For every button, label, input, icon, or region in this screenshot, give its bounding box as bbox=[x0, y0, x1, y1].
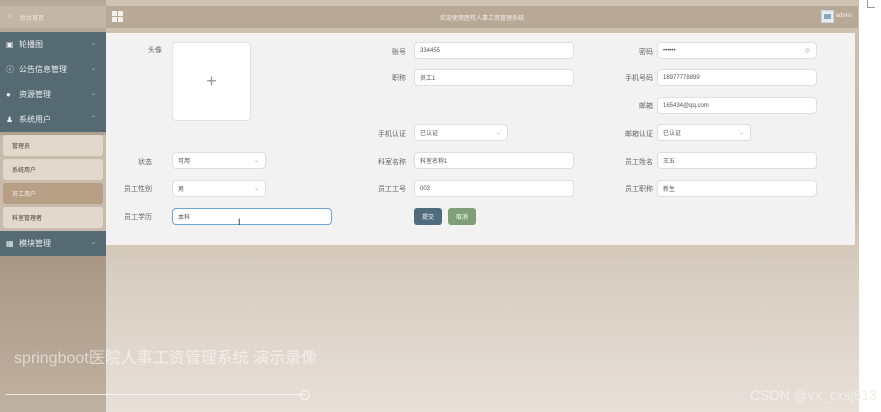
location-icon: ● bbox=[6, 90, 11, 99]
sidebar-item-system-users[interactable]: ♟ 系统用户 ⌃ bbox=[0, 107, 106, 132]
email-verify-select[interactable]: 已认证 ⌄ bbox=[657, 124, 751, 141]
chevron-down-icon: ⌄ bbox=[90, 240, 96, 246]
submenu-item-admin[interactable]: 管理员 bbox=[3, 135, 103, 156]
gender-select[interactable]: 男 ⌄ bbox=[172, 180, 266, 197]
role-value: 员工1 bbox=[420, 76, 436, 82]
sidebar-item-notice[interactable]: ⓘ 公告信息管理 ⌄ bbox=[0, 57, 106, 82]
text-cursor-icon: I bbox=[238, 217, 241, 227]
phone-verify-label: 手机认证 bbox=[378, 131, 406, 138]
status-value: 可用 bbox=[178, 159, 191, 165]
name-field[interactable]: 王五 bbox=[657, 152, 817, 169]
sidebar-item-label: 公告信息管理 bbox=[19, 65, 67, 74]
edu-value: 本科 bbox=[178, 215, 191, 221]
plus-icon: + bbox=[206, 71, 217, 91]
image-icon: ▣ bbox=[6, 40, 14, 49]
status-select[interactable]: 可用 ⌄ bbox=[172, 152, 266, 169]
user-icon: ♟ bbox=[6, 115, 14, 124]
edu-field[interactable]: 本科 bbox=[172, 208, 332, 225]
phone-field[interactable]: 18977778899 bbox=[657, 69, 817, 86]
video-progress-knob[interactable] bbox=[300, 390, 310, 400]
video-watermark: springboot医院人事工资管理系统 演示录像 bbox=[14, 350, 318, 367]
cancel-button[interactable]: 取消 bbox=[448, 208, 476, 225]
sidebar-item-label: 轮播图 bbox=[19, 40, 43, 49]
email-label: 邮箱 bbox=[639, 103, 653, 110]
password-label: 密码 bbox=[639, 49, 653, 56]
chevron-down-icon: ⌄ bbox=[495, 130, 501, 136]
account-field[interactable]: 334455 bbox=[414, 42, 574, 59]
phone-verify-select[interactable]: 已认证 ⌄ bbox=[414, 124, 508, 141]
avatar-upload[interactable]: + bbox=[172, 42, 251, 121]
password-field[interactable]: •••••• ◎ bbox=[657, 42, 817, 59]
home-label: 后台首页 bbox=[20, 15, 45, 22]
sidebar-item-label: 模块管理 bbox=[19, 239, 51, 248]
chevron-down-icon: ⌄ bbox=[253, 186, 259, 192]
submenu: 管理员 系统用户 员工用户 科室管理者 bbox=[0, 135, 106, 231]
sidebar-menu: ▣ 轮播图 ⌄ ⓘ 公告信息管理 ⌄ ● 资源管理 ⌄ ♟ 系统用户 ⌃ 管理员… bbox=[0, 32, 106, 256]
header-title: 欢迎使用医院人事工资管理系统 bbox=[439, 16, 524, 22]
emp-no-label: 员工工号 bbox=[378, 186, 406, 193]
sidebar-home-link[interactable]: ⌂ 后台首页 bbox=[0, 6, 106, 28]
password-value: •••••• bbox=[663, 47, 676, 54]
name-value: 王五 bbox=[663, 159, 676, 165]
phone-verify-value: 已认证 bbox=[420, 131, 439, 137]
chevron-down-icon: ⌄ bbox=[90, 66, 96, 72]
role-field[interactable]: 员工1 bbox=[414, 69, 574, 86]
email-verify-label: 邮箱认证 bbox=[625, 131, 653, 138]
submenu-item-dept-manager[interactable]: 科室管理者 bbox=[3, 207, 103, 228]
sidebar-item-resource[interactable]: ● 资源管理 ⌄ bbox=[0, 82, 106, 107]
name-label: 员工姓名 bbox=[625, 159, 653, 166]
dept-field[interactable]: 科室名称1 bbox=[414, 152, 574, 169]
phone-label: 手机号码 bbox=[625, 75, 653, 82]
email-verify-value: 已认证 bbox=[663, 131, 682, 137]
corner-mark bbox=[867, 0, 875, 8]
chevron-down-icon: ⌄ bbox=[738, 130, 744, 136]
avatar-label: 头像 bbox=[148, 47, 162, 54]
home-icon: ⌂ bbox=[8, 13, 13, 20]
info-icon: ⓘ bbox=[6, 65, 14, 74]
chevron-up-icon: ⌃ bbox=[90, 116, 96, 122]
edu-label: 员工学历 bbox=[124, 214, 152, 221]
submenu-item-system-user[interactable]: 系统用户 bbox=[3, 159, 103, 180]
gender-label: 员工性别 bbox=[124, 186, 152, 193]
top-header: 欢迎使用医院人事工资管理系统 admin bbox=[106, 6, 858, 28]
sidebar-item-label: 资源管理 bbox=[19, 90, 51, 99]
sidebar-item-label: 系统用户 bbox=[19, 115, 51, 124]
avatar[interactable] bbox=[821, 10, 834, 23]
dept-value: 科室名称1 bbox=[420, 159, 448, 165]
email-field[interactable]: 165434@qq.com bbox=[657, 97, 817, 114]
title-label: 员工职称 bbox=[625, 186, 653, 193]
title-field[interactable]: 新生 bbox=[657, 180, 817, 197]
dept-label: 科室名称 bbox=[378, 159, 406, 166]
eye-icon[interactable]: ◎ bbox=[805, 47, 810, 54]
submenu-item-employee[interactable]: 员工用户 bbox=[3, 183, 103, 204]
grid-icon: ▦ bbox=[6, 239, 14, 248]
email-value: 165434@qq.com bbox=[663, 102, 709, 109]
header-username[interactable]: admin bbox=[836, 13, 852, 19]
account-value: 334455 bbox=[420, 47, 441, 54]
submit-button[interactable]: 提交 bbox=[414, 208, 442, 225]
chevron-down-icon: ⌄ bbox=[253, 158, 259, 164]
credit-text: CSDN @vx_cxsj813 bbox=[749, 387, 877, 403]
emp-no-value: 003 bbox=[420, 185, 431, 192]
emp-no-field[interactable]: 003 bbox=[414, 180, 574, 197]
title-value: 新生 bbox=[663, 187, 676, 193]
outer-frame bbox=[859, 0, 881, 412]
account-label: 账号 bbox=[392, 49, 406, 56]
employee-form: 头像 + 账号 334455 密码 •••••• ◎ 职称 员工1 手机号码 1… bbox=[106, 33, 855, 245]
sidebar-item-modules[interactable]: ▦ 模块管理 ⌄ bbox=[0, 231, 106, 256]
chevron-down-icon: ⌄ bbox=[90, 91, 96, 97]
chevron-down-icon: ⌄ bbox=[90, 41, 96, 47]
sidebar-item-carousel[interactable]: ▣ 轮播图 ⌄ bbox=[0, 32, 106, 57]
status-label: 状态 bbox=[138, 159, 152, 166]
role-label: 职称 bbox=[392, 75, 406, 82]
video-progress-track[interactable] bbox=[6, 394, 306, 395]
phone-value: 18977778899 bbox=[663, 74, 700, 81]
gender-value: 男 bbox=[178, 187, 185, 193]
